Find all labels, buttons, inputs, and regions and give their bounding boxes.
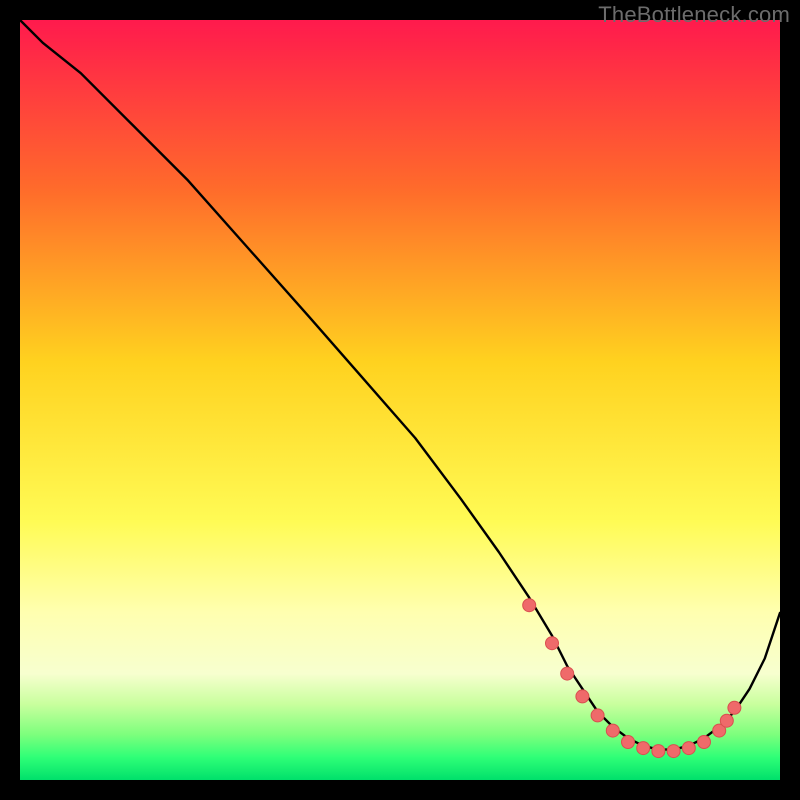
marker-point	[682, 742, 695, 755]
marker-point	[667, 745, 680, 758]
marker-point	[523, 599, 536, 612]
gradient-background	[20, 20, 780, 780]
marker-point	[720, 714, 733, 727]
marker-point	[637, 742, 650, 755]
marker-point	[576, 690, 589, 703]
marker-point	[591, 709, 604, 722]
marker-point	[622, 736, 635, 749]
marker-point	[698, 736, 711, 749]
marker-point	[728, 701, 741, 714]
watermark-text: TheBottleneck.com	[598, 2, 790, 28]
marker-point	[652, 745, 665, 758]
chart-stage: TheBottleneck.com	[0, 0, 800, 800]
chart-svg	[20, 20, 780, 780]
marker-point	[561, 667, 574, 680]
marker-point	[546, 637, 559, 650]
plot-area	[20, 20, 780, 780]
marker-point	[606, 724, 619, 737]
